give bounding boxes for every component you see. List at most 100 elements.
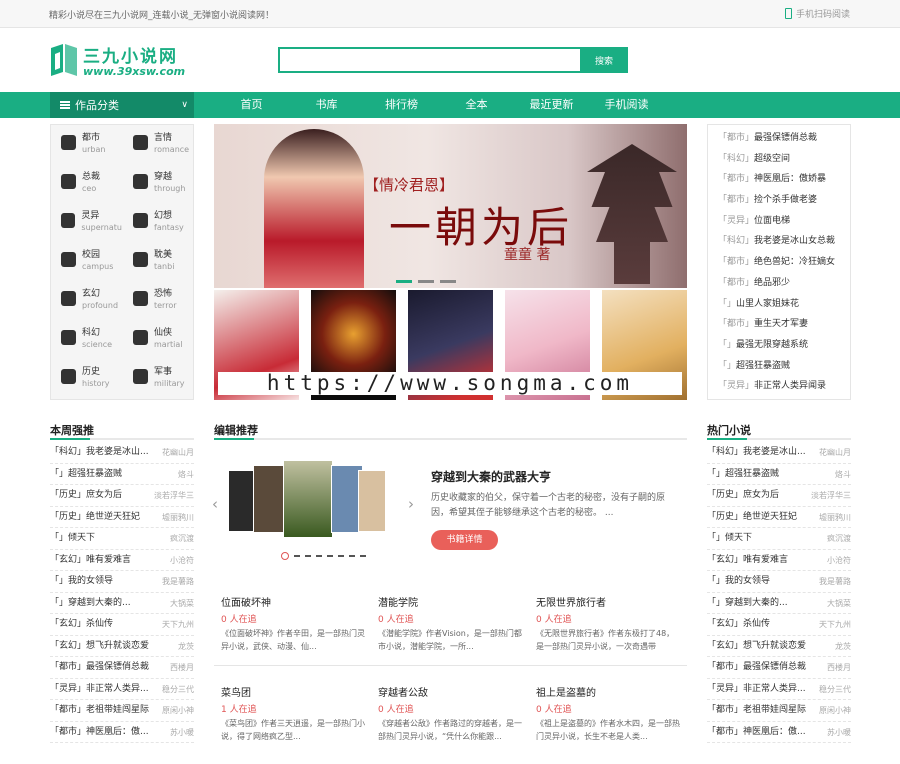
list-item-title[interactable]: 「科幻」超级空间 xyxy=(718,154,790,164)
chevron-right-icon[interactable]: › xyxy=(408,495,414,513)
list-item-author[interactable]: 龙茨 xyxy=(178,636,194,657)
list-item-name[interactable]: 重生天才军妻 xyxy=(754,319,808,329)
list-item[interactable]: 「灵异」位面电梯 xyxy=(718,211,840,232)
list-item-name[interactable]: 最强保镖俏总裁 xyxy=(86,662,149,672)
list-item-title[interactable]: 「」穿越到大秦的... xyxy=(50,593,131,614)
nav-link-rankings[interactable]: 排行榜 xyxy=(364,92,439,118)
list-item-title[interactable]: 「」超强狂暴盗贼 xyxy=(707,464,779,485)
list-item-author[interactable]: 疯沉渡 xyxy=(827,528,851,549)
category-urban[interactable]: 都市 urban xyxy=(51,125,122,164)
list-item[interactable]: 「」超强狂暴盗贼 xyxy=(718,356,840,377)
list-item-author[interactable]: 龙茨 xyxy=(835,636,851,657)
list-item[interactable]: 「都市」老祖带娃闯星际 原闲小神 xyxy=(707,700,851,722)
list-item-name[interactable]: 杀仙传 xyxy=(86,619,113,629)
category-science[interactable]: 科幻 science xyxy=(51,320,122,359)
list-item-title[interactable]: 「历史」绝世逆天狂妃 xyxy=(50,507,140,528)
list-item-name[interactable]: 非正常人类异闻录 xyxy=(754,381,826,391)
list-item[interactable]: 「」超强狂暴盗贼 烙斗 xyxy=(50,464,194,485)
list-item-name[interactable]: 最强保镖俏总裁 xyxy=(743,662,806,672)
category-military[interactable]: 军事 military xyxy=(123,359,194,398)
category-romance[interactable]: 言情 romance xyxy=(123,125,194,164)
list-item[interactable]: 「」超强狂暴盗贼 烙斗 xyxy=(707,464,851,485)
list-item-author[interactable]: 天下九州 xyxy=(819,614,851,635)
category-menu-toggle[interactable]: 作品分类 ∨ xyxy=(50,92,194,118)
list-item[interactable]: 「科幻」超级空间 xyxy=(718,149,840,170)
list-item-name[interactable]: 非正常人类异... xyxy=(743,684,806,694)
list-item[interactable]: 「」穿越到大秦的... 大锅菜 xyxy=(50,593,194,614)
list-item-title[interactable]: 「都市」最强保镖俏总裁 xyxy=(707,657,806,678)
list-item-title[interactable]: 「灵异」非正常人类异... xyxy=(50,679,149,700)
list-item-name[interactable]: 老祖带娃闯星际 xyxy=(86,705,149,715)
list-item-name[interactable]: 庶女为后 xyxy=(86,490,122,500)
list-item[interactable]: 「都市」绝品邪少 xyxy=(718,273,840,294)
carousel-dot[interactable] xyxy=(281,552,289,560)
carousel-dot[interactable] xyxy=(360,555,366,557)
book-card-title[interactable]: 穿越者公敌 xyxy=(378,684,523,699)
list-item-author[interactable]: 苏小暖 xyxy=(170,722,194,743)
list-item-name[interactable]: 我老婆是冰山女总裁 xyxy=(754,236,835,246)
list-item-author[interactable]: 大锅菜 xyxy=(827,593,851,614)
list-item-name[interactable]: 最强无限穿越系统 xyxy=(736,340,808,350)
book-card-title[interactable]: 祖上是盗墓的 xyxy=(536,684,681,699)
list-item-author[interactable]: 大锅菜 xyxy=(170,593,194,614)
book-card[interactable]: 无限世界旅行者 0 人在追 《无限世界旅行者》作者东极打了48，是一部热门灵异小说，… xyxy=(536,594,681,653)
list-item[interactable]: 「玄幻」想飞升就谈恋爱 龙茨 xyxy=(50,636,194,657)
list-item-title[interactable]: 「玄幻」想飞升就谈恋爱 xyxy=(707,636,806,657)
list-item-name[interactable]: 神医凰后：傲娇暴 xyxy=(754,174,826,184)
carousel-dot[interactable] xyxy=(316,555,322,557)
list-item-name[interactable]: 庶女为后 xyxy=(743,490,779,500)
list-item[interactable]: 「都市」绝色兽妃：冷狂嫡女 xyxy=(718,252,840,273)
list-item[interactable]: 「都市」老祖带娃闯星际 原闲小神 xyxy=(50,700,194,722)
list-item[interactable]: 「玄幻」唯有爱难言 小沧符 xyxy=(50,550,194,571)
site-logo[interactable]: 三九小说网 www.39xsw.com xyxy=(49,40,199,82)
category-campus[interactable]: 校园 campus xyxy=(51,242,122,281)
list-item-title[interactable]: 「都市」神医凰后：傲... xyxy=(50,722,149,743)
list-item-title[interactable]: 「科幻」我老婆是冰山女总裁 xyxy=(718,236,835,246)
list-item-name[interactable]: 穿越到大秦的... xyxy=(725,598,788,608)
list-item-author[interactable]: 原闲小神 xyxy=(162,700,194,721)
category-through[interactable]: 穿越 through xyxy=(123,164,194,203)
carousel-dot[interactable] xyxy=(338,555,344,557)
list-item-author[interactable]: 烙斗 xyxy=(835,464,851,485)
book-card[interactable]: 祖上是盗墓的 0 人在追 《祖上是盗墓的》作者水木四，是一部热门灵异小说，长生不老是… xyxy=(536,684,681,743)
list-item-title[interactable]: 「都市」最强保镖俏总裁 xyxy=(50,657,149,678)
list-item-title[interactable]: 「都市」绝品邪少 xyxy=(718,278,790,288)
list-item-title[interactable]: 「」超强狂暴盗贼 xyxy=(718,361,790,371)
list-item-name[interactable]: 杀仙传 xyxy=(743,619,770,629)
list-item-title[interactable]: 「都市」老祖带娃闯星际 xyxy=(707,700,806,721)
category-ceo[interactable]: 总裁 ceo xyxy=(51,164,122,203)
list-item-title[interactable]: 「玄幻」唯有爱难言 xyxy=(707,550,788,571)
mobile-read-link[interactable]: 手机扫码阅读 xyxy=(784,7,850,20)
list-item[interactable]: 「玄幻」唯有爱难言 小沧符 xyxy=(707,550,851,571)
list-item-name[interactable]: 我的女领导 xyxy=(725,576,770,586)
book-card[interactable]: 位面破坏神 0 人在追 《位面破坏神》作者辛田，是一部热门灵异小说，武侠、动漫、仙.… xyxy=(221,594,366,653)
carousel-dot[interactable] xyxy=(349,555,355,557)
carousel-dot[interactable] xyxy=(305,555,311,557)
list-item[interactable]: 「历史」庶女为后 淡若浮华三 xyxy=(707,485,851,507)
category-fantasy[interactable]: 幻想 fantasy xyxy=(123,203,194,242)
list-item[interactable]: 「玄幻」想飞升就谈恋爱 龙茨 xyxy=(707,636,851,657)
banner-dot[interactable] xyxy=(418,280,434,283)
list-item-title[interactable]: 「都市」重生天才军妻 xyxy=(718,319,808,329)
list-item-name[interactable]: 神医凰后：傲... xyxy=(86,727,149,737)
list-item-title[interactable]: 「玄幻」唯有爱难言 xyxy=(50,550,131,571)
list-item[interactable]: 「历史」庶女为后 淡若浮华三 xyxy=(50,485,194,507)
list-item[interactable]: 「」我的女领导 我是薯路 xyxy=(50,571,194,593)
list-item-author[interactable]: 淡若浮华三 xyxy=(154,485,194,506)
nav-link-library[interactable]: 书库 xyxy=(289,92,364,118)
list-item-author[interactable]: 稳分三代 xyxy=(162,679,194,700)
banner-dot[interactable] xyxy=(440,280,456,283)
book-card[interactable]: 潜能学院 0 人在追 《潜能学院》作者Vision，是一部热门都市小说，潜能学院，一… xyxy=(378,594,523,653)
list-item[interactable]: 「」山里人家姐妹花 xyxy=(718,294,840,315)
list-item-title[interactable]: 「」超强狂暴盗贼 xyxy=(50,464,122,485)
hero-banner[interactable]: 【情冷君恩】 一朝为后 童童 著 xyxy=(214,124,687,288)
list-item-name[interactable]: 超级空间 xyxy=(754,154,790,164)
list-item-name[interactable]: 想飞升就谈恋爱 xyxy=(86,641,149,651)
list-item-author[interactable]: 原闲小神 xyxy=(819,700,851,721)
book-detail-button[interactable]: 书籍详情 xyxy=(431,530,498,550)
list-item-author[interactable]: 西楼月 xyxy=(170,657,194,678)
category-martial[interactable]: 仙侠 martial xyxy=(123,320,194,359)
list-item-title[interactable]: 「都市」老祖带娃闯星际 xyxy=(50,700,149,721)
list-item-name[interactable]: 神医凰后：傲... xyxy=(743,727,806,737)
featured-book-title[interactable]: 穿越到大秦的武器大亨 xyxy=(431,468,551,485)
